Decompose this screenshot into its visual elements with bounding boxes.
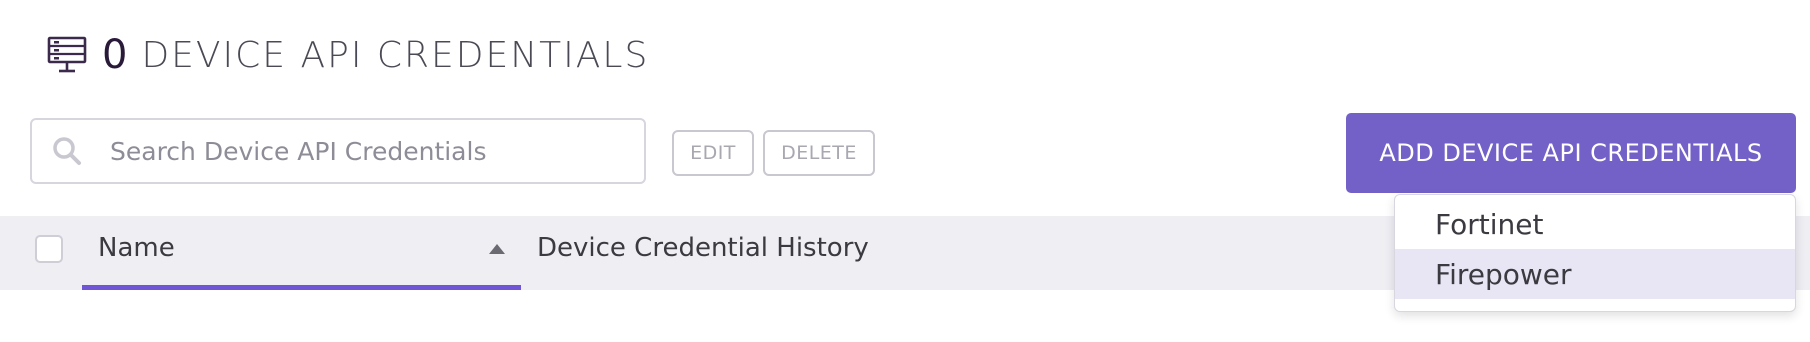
select-all-checkbox[interactable] [35, 235, 63, 263]
add-device-api-credentials-button[interactable]: ADD DEVICE API CREDENTIALS [1346, 113, 1796, 193]
edit-button[interactable]: EDIT [672, 130, 754, 176]
column-header-device-credential-history[interactable]: Device Credential History [537, 233, 869, 263]
device-server-icon [47, 36, 87, 73]
search-icon [53, 137, 81, 165]
search-input[interactable] [108, 135, 612, 167]
sort-ascending-icon[interactable] [488, 243, 506, 255]
dropdown-item-fortinet[interactable]: Fortinet [1395, 199, 1795, 249]
dropdown-item-firepower[interactable]: Firepower [1395, 249, 1795, 299]
sort-indicator-underline [82, 285, 521, 290]
device-api-credentials-page: 0 DEVICE API CREDENTIALS EDIT DELETE ADD… [0, 0, 1810, 342]
search-box[interactable] [30, 118, 646, 184]
credentials-count: 0 [102, 32, 128, 78]
add-credentials-dropdown: Fortinet Firepower [1394, 194, 1796, 312]
column-header-name[interactable]: Name [98, 233, 175, 263]
page-header: 0 DEVICE API CREDENTIALS [46, 30, 649, 80]
page-title: DEVICE API CREDENTIALS [141, 34, 650, 76]
delete-button[interactable]: DELETE [763, 130, 875, 176]
